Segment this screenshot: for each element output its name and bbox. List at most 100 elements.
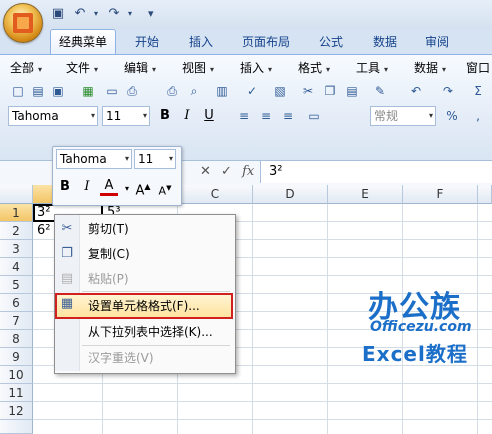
merge-center-icon[interactable]: ▭ <box>306 108 322 124</box>
menu-format[interactable]: 格式 ▾ <box>298 58 330 78</box>
save-icon[interactable]: ▣ <box>50 6 66 22</box>
watermark-subtitle: Excel教程 <box>362 342 468 366</box>
column-header-f[interactable]: F <box>403 185 478 204</box>
font-size-combo[interactable]: 11 ▾ <box>102 106 150 126</box>
redo-dropdown-icon[interactable]: ▾ <box>122 6 138 22</box>
menu-edit[interactable]: 编辑 ▾ <box>124 58 156 78</box>
tab-formulas[interactable]: 公式 <box>308 30 354 54</box>
column-header-d[interactable]: D <box>253 185 328 204</box>
comma-style-icon[interactable]: , <box>470 108 486 124</box>
menu-data[interactable]: 数据 ▾ <box>414 58 446 78</box>
row-header-11[interactable]: 11 <box>0 384 33 402</box>
menu-item-paste[interactable]: ▤ 粘贴(P) <box>55 268 233 290</box>
percent-icon[interactable]: % <box>444 108 460 124</box>
menu-separator <box>82 291 230 292</box>
open-file-icon[interactable]: ▤ <box>30 83 46 99</box>
mini-font-combo[interactable]: Tahoma ▾ <box>56 149 132 169</box>
grow-font-icon[interactable]: A▲ <box>134 178 152 198</box>
column-header-c[interactable]: C <box>178 185 253 204</box>
research-icon[interactable]: ▥ <box>214 83 230 99</box>
format-painter-icon[interactable]: ✎ <box>372 83 388 99</box>
tab-classic-menu[interactable]: 经典菜单 <box>50 29 116 55</box>
tab-review[interactable]: 审阅 <box>414 30 460 54</box>
row-header-7[interactable]: 7 <box>0 312 33 330</box>
align-right-icon[interactable]: ≡ <box>280 108 296 124</box>
redo-icon[interactable]: ↷ <box>106 6 122 22</box>
save-icon[interactable]: ▣ <box>50 83 66 99</box>
excel-icon[interactable]: ▦ <box>80 83 96 99</box>
row-header-12[interactable]: 12 <box>0 402 33 420</box>
font-name-combo[interactable]: Tahoma ▾ <box>8 106 98 126</box>
menu-tools[interactable]: 工具 ▾ <box>356 58 388 78</box>
mini-font-color-icon[interactable]: A <box>100 177 118 196</box>
formula-input[interactable]: 3² <box>260 161 492 183</box>
format-cells-icon: ▦ <box>60 296 74 311</box>
mini-font-value: Tahoma <box>60 152 107 166</box>
office-button[interactable] <box>3 3 43 43</box>
menu-view[interactable]: 视图 ▾ <box>182 58 214 78</box>
undo-icon[interactable]: ↶ <box>408 83 424 99</box>
undo-dropdown-icon[interactable]: ▾ <box>88 6 104 22</box>
menu-item-reconversion[interactable]: 汉字重选(V) <box>55 347 233 369</box>
insert-function-icon[interactable]: fx <box>242 164 254 179</box>
spelling-icon[interactable]: ✓ <box>244 83 260 99</box>
menu-item-format-cells[interactable]: ▦ 设置单元格格式(F)... <box>55 293 233 319</box>
thesaurus-icon[interactable]: ▧ <box>272 83 288 99</box>
shrink-font-icon[interactable]: A▼ <box>156 179 174 198</box>
cell-a2[interactable]: 6² <box>37 222 50 240</box>
menu-item-pick-from-list[interactable]: 从下拉列表中选择(K)... <box>55 321 233 343</box>
select-all-corner[interactable] <box>0 185 33 204</box>
row-header-9[interactable]: 9 <box>0 348 33 366</box>
row-header-13[interactable] <box>0 420 33 434</box>
menu-insert[interactable]: 插入 ▾ <box>240 58 272 78</box>
enter-icon[interactable]: ✓ <box>221 164 232 179</box>
number-format-combo[interactable]: 常规 ▾ <box>370 106 436 126</box>
italic-icon[interactable]: I <box>178 107 196 125</box>
sum-icon[interactable]: Σ <box>470 83 486 99</box>
menu-item-label: 粘贴(P) <box>88 272 129 286</box>
menu-file[interactable]: 文件 ▾ <box>66 58 98 78</box>
mini-italic-icon[interactable]: I <box>78 178 96 196</box>
print-icon[interactable]: ⎙ <box>164 83 180 99</box>
align-center-icon[interactable]: ≡ <box>258 108 274 124</box>
new-file-icon[interactable]: □ <box>10 83 26 99</box>
column-header-g[interactable] <box>478 185 492 204</box>
zoom-icon[interactable]: ⌕ <box>186 83 202 99</box>
print-preview-icon[interactable]: ▭ <box>104 83 120 99</box>
row-header-5[interactable]: 5 <box>0 276 33 294</box>
row-header-6[interactable]: 6 <box>0 294 33 312</box>
office-logo-icon <box>13 13 33 33</box>
menu-item-copy[interactable]: ❐ 复制(C) <box>55 243 233 265</box>
menu-window[interactable]: 窗口 <box>466 58 490 78</box>
row-header-4[interactable]: 4 <box>0 258 33 276</box>
row-header-3[interactable]: 3 <box>0 240 33 258</box>
row-header-10[interactable]: 10 <box>0 366 33 384</box>
tab-home[interactable]: 开始 <box>124 30 170 54</box>
paste-icon[interactable]: ▤ <box>344 83 360 99</box>
tab-page-layout[interactable]: 页面布局 <box>232 30 300 54</box>
bold-icon[interactable]: B <box>156 107 174 125</box>
cell-a1[interactable]: 3² <box>37 204 50 222</box>
cut-icon[interactable]: ✂ <box>300 83 316 99</box>
customize-quick-access-icon[interactable]: ▾ <box>148 7 156 21</box>
scissors-icon: ✂ <box>61 221 73 236</box>
print-icon[interactable]: ⎙ <box>124 83 140 99</box>
redo-icon[interactable]: ↷ <box>440 83 456 99</box>
menu-label: 视图 <box>182 61 207 75</box>
align-left-icon[interactable]: ≡ <box>236 108 252 124</box>
row-header-1[interactable]: 1 <box>0 204 33 222</box>
cancel-icon[interactable]: ✕ <box>200 164 211 179</box>
undo-icon[interactable]: ↶ <box>72 6 88 22</box>
copy-icon[interactable]: ❐ <box>322 83 338 99</box>
tab-insert[interactable]: 插入 <box>178 30 224 54</box>
row-header-8[interactable]: 8 <box>0 330 33 348</box>
menu-item-cut[interactable]: ✂ 剪切(T) <box>55 218 233 240</box>
row-header-2[interactable]: 2 <box>0 222 33 240</box>
menu-all[interactable]: 全部 ▾ <box>10 58 42 78</box>
column-header-e[interactable]: E <box>328 185 403 204</box>
underline-icon[interactable]: U <box>200 107 218 125</box>
tab-data[interactable]: 数据 <box>362 30 408 54</box>
menu-label: 文件 <box>66 61 91 75</box>
mini-size-combo[interactable]: 11 ▾ <box>134 149 176 169</box>
mini-bold-icon[interactable]: B <box>56 178 74 196</box>
